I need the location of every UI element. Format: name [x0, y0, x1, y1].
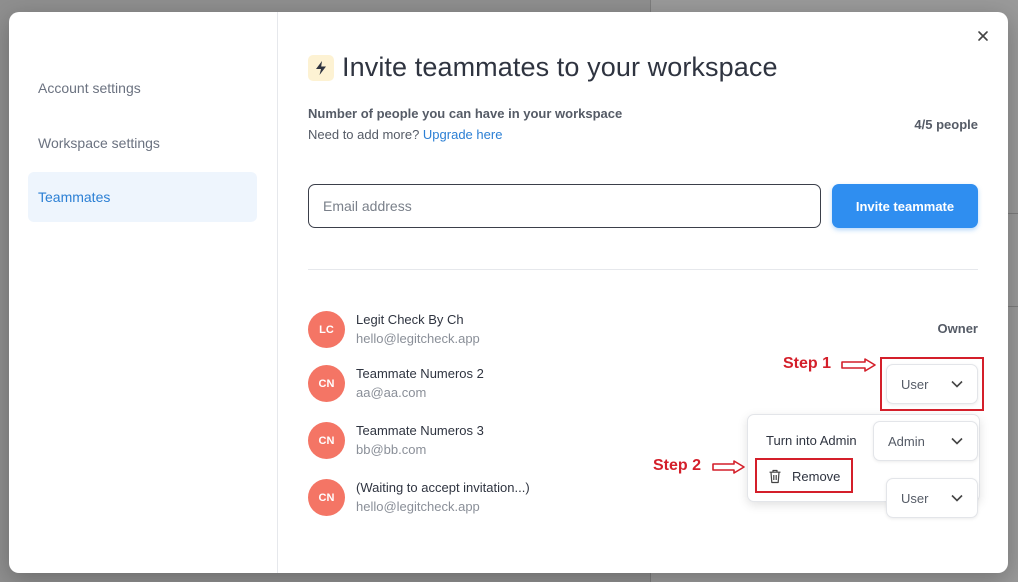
- chevron-down-icon: [951, 437, 963, 445]
- sidebar-item-label: Account settings: [38, 80, 141, 96]
- member-email: hello@legitcheck.app: [356, 331, 480, 346]
- avatar: CN: [308, 422, 345, 459]
- step1-annotation: Step 1: [783, 355, 832, 372]
- need-more-label: Need to add more?: [308, 127, 420, 142]
- member-name: (Waiting to accept invitation...): [356, 480, 530, 495]
- member-email: hello@legitcheck.app: [356, 499, 480, 514]
- turn-into-admin-menu-item[interactable]: Turn into Admin: [766, 433, 857, 448]
- member-email: aa@aa.com: [356, 385, 427, 400]
- section-divider: [308, 269, 978, 270]
- settings-sidebar: Account settings Workspace settings Team…: [9, 12, 278, 573]
- page-title: Invite teammates to your workspace: [342, 52, 778, 82]
- page-header: Invite teammates to your workspace: [308, 52, 778, 83]
- invite-teammates-modal: Account settings Workspace settings Team…: [9, 12, 1008, 573]
- member-name: Legit Check By Ch: [356, 312, 464, 327]
- sidebar-item-label: Workspace settings: [38, 135, 160, 151]
- step2-arrow-icon: [712, 460, 745, 474]
- avatar: CN: [308, 479, 345, 516]
- list-item: LC Legit Check By Ch hello@legitcheck.ap…: [308, 311, 978, 351]
- step1-highlight-box: [880, 357, 984, 411]
- chevron-down-icon: [951, 494, 963, 502]
- role-select[interactable]: User: [886, 478, 978, 518]
- member-email: bb@bb.com: [356, 442, 427, 457]
- member-name: Teammate Numeros 3: [356, 423, 484, 438]
- avatar: LC: [308, 311, 345, 348]
- sidebar-item-account-settings[interactable]: Account settings: [28, 63, 257, 113]
- owner-role-label: Owner: [937, 321, 978, 336]
- sidebar-item-label: Teammates: [38, 189, 111, 205]
- step2-highlight-box: [755, 458, 853, 493]
- step1-arrow-icon: [841, 358, 876, 372]
- upgrade-link[interactable]: Upgrade here: [423, 127, 503, 142]
- role-select-value: Admin: [888, 433, 925, 449]
- people-count: 4/5 people: [914, 117, 978, 132]
- sidebar-item-teammates[interactable]: Teammates: [28, 172, 257, 222]
- lightning-bolt-icon: [308, 54, 334, 81]
- role-select-value: User: [901, 490, 929, 506]
- invite-teammate-button[interactable]: Invite teammate: [832, 184, 978, 228]
- avatar: CN: [308, 365, 345, 402]
- member-name: Teammate Numeros 2: [356, 366, 484, 381]
- step2-annotation: Step 2: [653, 457, 702, 474]
- close-icon[interactable]: [975, 28, 991, 44]
- list-item: CN Teammate Numeros 2 aa@aa.com: [308, 365, 978, 405]
- capacity-label: Number of people you can have in your wo…: [308, 106, 623, 121]
- sidebar-item-workspace-settings[interactable]: Workspace settings: [28, 118, 257, 168]
- need-more-text: Need to add more? Upgrade here: [308, 127, 502, 142]
- email-input[interactable]: [308, 184, 821, 228]
- menu-item-label: Turn into Admin: [766, 433, 857, 448]
- role-select[interactable]: Admin: [873, 421, 978, 461]
